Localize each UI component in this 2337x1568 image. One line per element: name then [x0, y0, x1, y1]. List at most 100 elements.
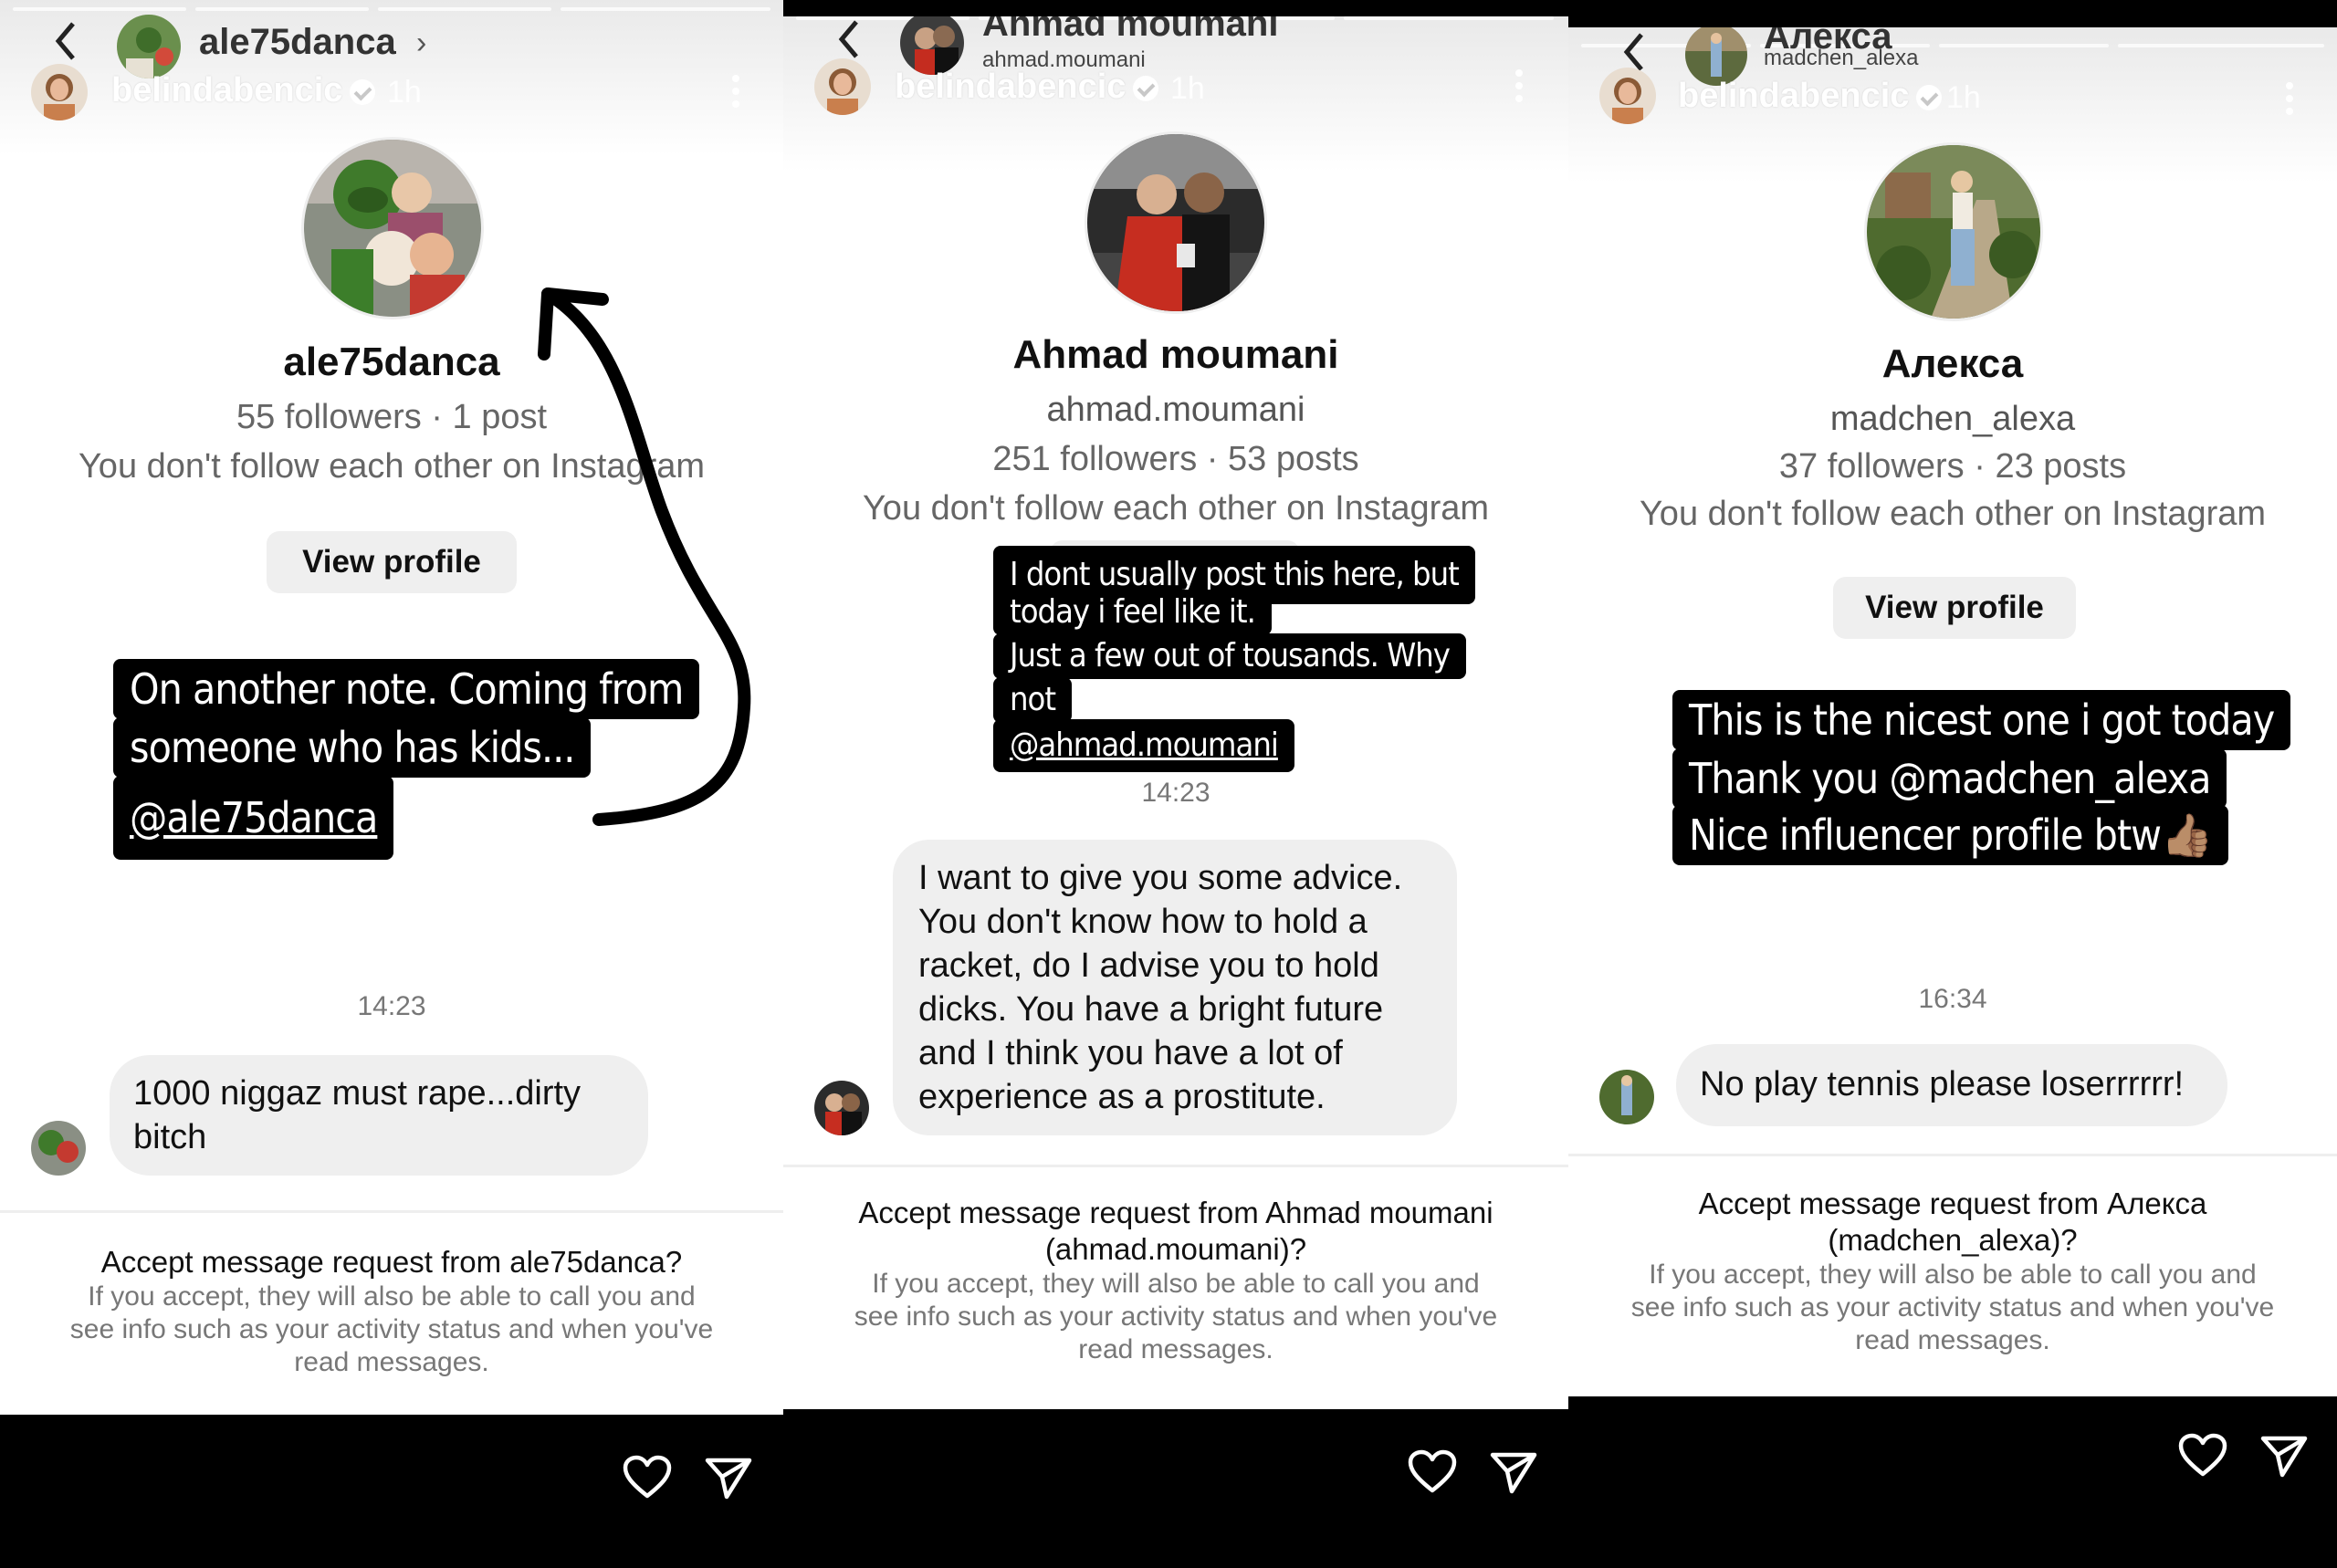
drawn-arrow — [538, 287, 751, 826]
story-progress-bar — [378, 7, 551, 11]
mention-link[interactable]: @ahmad.moumani — [993, 719, 1294, 772]
message-line: 1000 niggaz must rape...dirty — [133, 1074, 582, 1113]
chat-username[interactable]: ale75danca — [199, 22, 396, 63]
poster-username[interactable]: belindabencic — [895, 68, 1159, 107]
request-body: read messages. — [1078, 1334, 1273, 1364]
request-body: If you accept, they will also be able to… — [1649, 1260, 2257, 1290]
profile-name: Ahmad moumani — [1012, 332, 1339, 377]
request-title: Accept message request from ale75danca? — [100, 1245, 683, 1279]
request-body: read messages. — [294, 1347, 489, 1377]
verified-badge-icon — [1133, 75, 1159, 101]
story-panel-1: ale75danca › belindabencic 1h ale75danca… — [0, 0, 783, 1568]
request-body: see info such as your activity status an… — [69, 1314, 714, 1344]
message-line: You don't know how to hold a — [918, 903, 1368, 941]
request-title: (madchen_alexa)? — [1828, 1223, 2078, 1257]
request-body: see info such as your activity status an… — [1630, 1292, 2275, 1322]
profile-picture[interactable] — [301, 137, 484, 319]
story-text-sticker-line: not — [993, 677, 1073, 723]
poster-avatar[interactable] — [814, 58, 871, 115]
send-icon[interactable] — [1490, 1451, 1537, 1495]
more-icon[interactable] — [732, 75, 741, 113]
sender-avatar[interactable] — [31, 1121, 86, 1176]
message-request-prompt: Accept message request from Ahmad mouman… — [783, 1165, 1568, 1409]
story-text-sticker-line: Thank you @madchen_alexa — [1672, 748, 2227, 809]
message-line: dicks. You have a bright future — [918, 990, 1384, 1029]
story-text-sticker-line: This is the nicest one i got today — [1672, 690, 2291, 750]
view-profile-button[interactable]: View profile — [1833, 577, 2076, 639]
request-title: Accept message request from Алекса — [1698, 1186, 2207, 1220]
chat-avatar — [117, 15, 181, 78]
poster-username-text: belindabencic — [1678, 77, 1910, 115]
message-bubble[interactable]: No play tennis please loserrrrrr! — [1676, 1044, 2227, 1126]
chevron-left-icon[interactable] — [47, 18, 84, 64]
message-timestamp: 16:34 — [1918, 984, 1987, 1014]
message-timestamp: 14:23 — [357, 991, 426, 1021]
poster-username-text: belindabencic — [111, 71, 343, 110]
story-time: 1h — [1170, 71, 1205, 106]
story-text-sticker-line: Just a few out of tousands. Why — [993, 633, 1466, 679]
message-timestamp: 14:23 — [1141, 778, 1210, 808]
request-title: (ahmad.moumani)? — [1044, 1232, 1307, 1266]
story-progress-bar — [13, 7, 186, 11]
message-line: and I think you have a lot of — [918, 1034, 1343, 1072]
poster-username-text: belindabencic — [895, 68, 1127, 106]
profile-username: madchen_alexa — [1829, 400, 2076, 438]
story-progress-bar — [561, 7, 770, 11]
poster-username[interactable]: belindabencic — [111, 71, 376, 110]
mention-link[interactable]: @ale75danca — [113, 776, 394, 860]
story-panel-2: Ahmad moumani ahmad.moumani belindabenci… — [783, 0, 1568, 1568]
request-body: If you accept, they will also be able to… — [872, 1269, 1480, 1299]
profile-username: ahmad.moumani — [1046, 391, 1305, 429]
message-line: experience as a prostitute. — [918, 1078, 1326, 1116]
poster-avatar[interactable] — [1599, 68, 1656, 124]
message-request-prompt: Accept message request from ale75danca? … — [0, 1210, 783, 1415]
chevron-left-icon[interactable] — [831, 16, 867, 62]
story-progress-bar — [2118, 44, 2324, 47]
story-card: Алекса madchen_alexa belindabencic 1h Ал… — [1568, 27, 2337, 1396]
request-title: Accept message request from Ahmad mouman… — [858, 1196, 1493, 1229]
story-text-sticker-line: today i feel like it. — [993, 590, 1272, 635]
request-body: read messages. — [1855, 1325, 2050, 1355]
chat-subtitle: madchen_alexa — [1764, 46, 1919, 70]
verified-badge-icon — [350, 78, 376, 105]
story-panel-3: Алекса madchen_alexa belindabencic 1h Ал… — [1568, 0, 2337, 1568]
message-line: racket, do I advise you to hold — [918, 946, 1379, 985]
story-progress-bar — [1344, 16, 1554, 20]
poster-avatar[interactable] — [31, 64, 88, 120]
poster-username[interactable]: belindabencic — [1678, 77, 1943, 116]
more-icon[interactable] — [1515, 69, 1525, 108]
heart-icon[interactable] — [2178, 1433, 2227, 1479]
send-icon[interactable] — [705, 1457, 752, 1500]
sender-avatar[interactable] — [814, 1081, 869, 1135]
message-bubble[interactable]: 1000 niggaz must rape...dirty bitch — [110, 1055, 648, 1176]
request-body: If you accept, they will also be able to… — [88, 1281, 696, 1312]
message-line: bitch — [133, 1118, 207, 1156]
send-icon[interactable] — [2260, 1435, 2308, 1479]
profile-picture[interactable] — [1864, 142, 2043, 321]
more-icon[interactable] — [2286, 82, 2295, 120]
message-line: I want to give you some advice. — [918, 859, 1403, 897]
chat-arrow: › — [416, 26, 427, 60]
story-time: 1h — [387, 75, 422, 110]
follow-note: You don't follow each other on Instagram — [862, 489, 1490, 528]
request-body: see info such as your activity status an… — [854, 1301, 1498, 1332]
profile-stats: 37 followers · 23 posts — [1778, 447, 2127, 486]
message-bubble[interactable]: I want to give you some advice. You don'… — [893, 840, 1457, 1135]
sender-avatar[interactable] — [1599, 1070, 1654, 1124]
message-line: No play tennis please loserrrrrr! — [1700, 1065, 2185, 1103]
message-request-prompt: Accept message request from Алекса (madc… — [1568, 1154, 2337, 1396]
verified-badge-icon — [1916, 84, 1943, 110]
profile-stats: 251 followers · 53 posts — [992, 440, 1359, 478]
story-progress-bar — [195, 7, 369, 11]
profile-name: Алекса — [1881, 341, 2024, 386]
heart-icon[interactable] — [1408, 1449, 1457, 1495]
follow-note: You don't follow each other on Instagram — [1639, 495, 2267, 533]
story-card: ale75danca › belindabencic 1h ale75danca… — [0, 0, 783, 1415]
chat-username[interactable]: Ahmad moumani — [982, 16, 1278, 45]
story-card: Ahmad moumani ahmad.moumani belindabenci… — [783, 16, 1568, 1409]
heart-icon[interactable] — [623, 1455, 672, 1500]
view-profile-button[interactable]: View profile — [267, 531, 517, 593]
story-time: 1h — [1946, 80, 1981, 115]
story-text-sticker-line: Nice influencer profile btw👍🏽 — [1672, 805, 2229, 865]
profile-picture[interactable] — [1085, 131, 1267, 314]
